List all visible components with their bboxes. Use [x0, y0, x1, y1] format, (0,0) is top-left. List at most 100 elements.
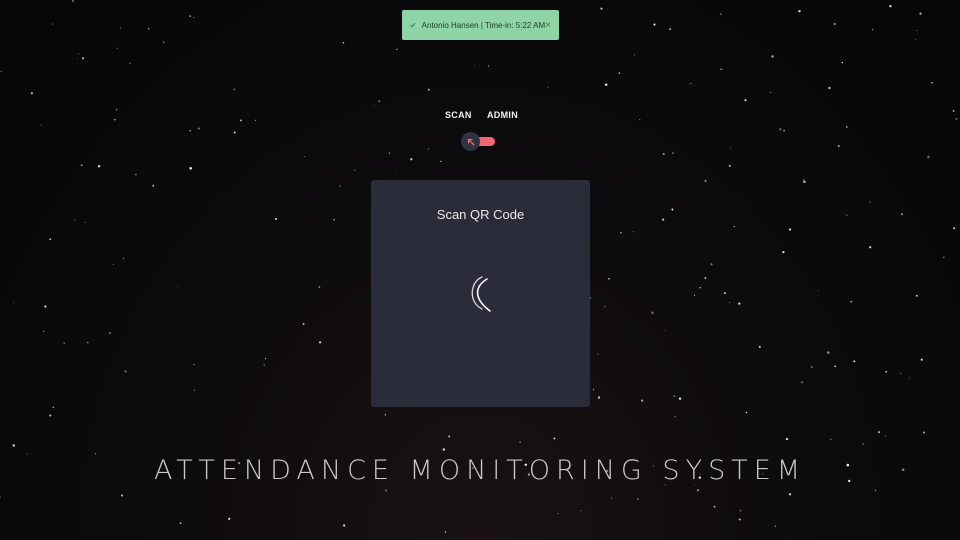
- star: [13, 302, 15, 303]
- star: [874, 489, 877, 492]
- star: [0, 496, 1, 498]
- star: [274, 217, 278, 220]
- star: [474, 65, 476, 67]
- star: [827, 351, 830, 354]
- star: [333, 218, 335, 221]
- star: [608, 277, 610, 280]
- star: [663, 329, 665, 331]
- star: [920, 358, 923, 361]
- star: [49, 238, 52, 241]
- star: [828, 86, 831, 90]
- star: [52, 23, 54, 25]
- star: [547, 86, 549, 88]
- star: [193, 389, 196, 392]
- star: [580, 510, 582, 512]
- star: [674, 416, 676, 418]
- star: [339, 185, 341, 187]
- star: [653, 23, 656, 26]
- star: [810, 366, 813, 369]
- star: [730, 148, 732, 150]
- star: [853, 360, 856, 363]
- star: [318, 341, 322, 344]
- star: [374, 105, 376, 107]
- star: [713, 505, 716, 508]
- star: [908, 377, 910, 379]
- star: [884, 435, 887, 437]
- star: [74, 219, 76, 221]
- star: [378, 100, 381, 103]
- star: [87, 341, 89, 344]
- star: [604, 305, 606, 308]
- star: [837, 145, 840, 148]
- star: [84, 222, 86, 223]
- star: [597, 396, 601, 399]
- star: [922, 431, 925, 434]
- star: [40, 124, 42, 126]
- star: [850, 300, 853, 303]
- mode-toggle[interactable]: [461, 132, 496, 152]
- admin-mode-label: ADMIN: [487, 110, 518, 120]
- star: [189, 167, 192, 170]
- star: [729, 302, 731, 304]
- star: [788, 493, 792, 496]
- star: [738, 302, 741, 305]
- star: [197, 127, 200, 130]
- star: [302, 323, 305, 326]
- star: [265, 358, 267, 360]
- star: [52, 406, 54, 409]
- star: [428, 148, 430, 150]
- star: [927, 155, 930, 159]
- star: [43, 330, 45, 332]
- star: [849, 301, 851, 303]
- star: [553, 437, 556, 440]
- star: [396, 48, 398, 50]
- star: [952, 110, 955, 112]
- star: [834, 365, 837, 368]
- notification-toast: Antonio Hansen | Time-in: 5:22 AM ×: [402, 10, 559, 40]
- star: [704, 179, 707, 182]
- star: [233, 131, 236, 134]
- star: [233, 88, 236, 91]
- star: [699, 287, 701, 289]
- loading-spinner-icon: [471, 276, 491, 312]
- star: [869, 246, 872, 249]
- star: [704, 276, 707, 279]
- star: [444, 531, 447, 533]
- star: [611, 497, 612, 499]
- star: [720, 68, 722, 70]
- star: [81, 57, 85, 60]
- star: [678, 397, 682, 400]
- star: [783, 129, 785, 132]
- star: [693, 294, 696, 296]
- star: [304, 156, 306, 158]
- arrow-up-left-icon: [467, 138, 475, 146]
- star: [263, 364, 266, 366]
- star: [72, 0, 74, 2]
- star: [671, 208, 674, 211]
- star: [193, 363, 195, 366]
- app-title: ATTENDANCE MONITORING SYSTEM: [153, 455, 807, 486]
- star: [108, 331, 111, 335]
- star: [690, 82, 692, 85]
- star: [788, 228, 792, 231]
- star: [800, 381, 804, 384]
- star: [388, 152, 391, 154]
- star: [779, 128, 782, 131]
- star: [410, 157, 413, 161]
- star: [227, 517, 231, 521]
- star: [557, 512, 559, 515]
- star: [900, 213, 904, 216]
- star: [841, 61, 843, 64]
- toast-message: Antonio Hansen | Time-in: 5:22 AM: [421, 20, 546, 30]
- star: [163, 41, 165, 43]
- star: [744, 99, 747, 102]
- star: [519, 441, 521, 443]
- toast-close-button[interactable]: ×: [545, 20, 551, 31]
- star: [817, 290, 819, 291]
- star: [889, 4, 892, 8]
- star: [696, 489, 700, 492]
- star: [640, 399, 644, 402]
- star: [342, 42, 345, 44]
- star: [78, 53, 80, 55]
- toggle-knob[interactable]: [461, 132, 480, 151]
